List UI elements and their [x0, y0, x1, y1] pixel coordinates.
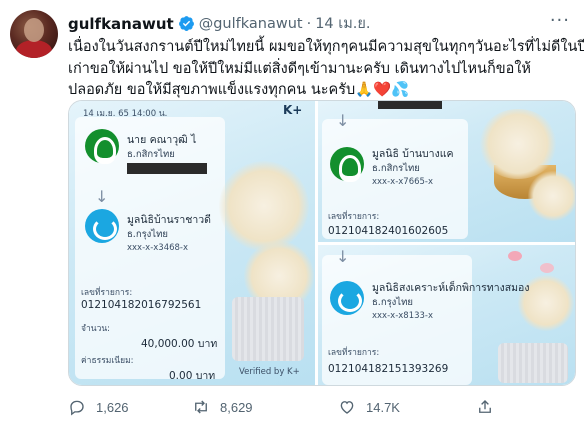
transfer-slip-image[interactable]: ↓ มูลนิธิ บ้านบางแค ธ.กสิกรไทย xxx-x-x76… [318, 101, 575, 242]
ref-value: 012104182016792561 [81, 299, 202, 311]
share-button[interactable] [476, 398, 494, 416]
like-button[interactable]: 14.7K [338, 398, 400, 416]
ref-label: เลขที่รายการ: [81, 288, 133, 298]
receiver-bank: ธ.กรุงไทย [127, 229, 168, 240]
reply-button[interactable]: 1,626 [68, 398, 129, 416]
receiver-account: xxx-x-x7665-x [372, 177, 434, 187]
tweet[interactable]: gulfkanawut @gulfkanawut · 14 เม.ย. ··· … [0, 0, 584, 429]
tweet-text-line: ปลอดภัย ขอให้มีสุขภาพแข็งแรงทุกคน นะครับ… [68, 82, 410, 98]
display-name[interactable]: gulfkanawut [68, 15, 174, 33]
tweet-header: gulfkanawut @gulfkanawut · 14 เม.ย. [68, 12, 370, 35]
transfer-slip-image[interactable]: ↓ มูลนิธิสงเคราะห์เด็กพิการทางสมอง ธ.กรุ… [318, 245, 575, 385]
retweet-count: 8,629 [220, 399, 253, 415]
ref-label: เลขที่รายการ: [328, 212, 380, 222]
redacted-account [127, 163, 207, 174]
avatar[interactable] [10, 10, 58, 58]
flower-decoration [528, 171, 575, 221]
flower-decoration [478, 109, 558, 179]
kasikorn-bank-logo-icon [330, 147, 364, 182]
ref-label: เลขที่รายการ: [328, 348, 380, 358]
transfer-slip-image[interactable]: 14 เม.ย. 65 14:00 น. K+ นาย คณาวุฒิ ไ ธ.… [69, 101, 315, 385]
tweet-text-line: เนื่องในวันสงกรานต์ปีใหม่ไทยนี้ ผมขอให้ท… [68, 39, 584, 55]
tweet-date[interactable]: 14 เม.ย. [315, 12, 370, 35]
receiver-account: xxx-x-x3468-x [127, 243, 189, 253]
receiver-name: มูลนิธิ บ้านบางแค [372, 148, 454, 160]
amount-value: 40,000.00 บาท [141, 338, 218, 350]
reply-count: 1,626 [96, 399, 129, 415]
share-icon [479, 400, 491, 413]
receiver-account: xxx-x-x8133-x [372, 311, 434, 321]
slip-date: 14 เม.ย. 65 14:00 น. [83, 109, 168, 119]
fee-value: 0.00 บาท [169, 370, 216, 382]
like-count: 14.7K [366, 399, 400, 415]
heart-icon [340, 401, 354, 414]
tweet-text-line: เก่าขอให้ผ่านไป ขอให้ปีใหม่มีแต่สิ่งดีๆเ… [68, 60, 531, 77]
separator-dot: · [306, 15, 312, 32]
blurred-qr-code [232, 297, 304, 361]
tweet-text: เนื่องในวันสงกรานต์ปีใหม่ไทยนี้ ผมขอให้ท… [68, 37, 584, 102]
verified-badge-icon [178, 16, 194, 31]
petal-decoration [508, 251, 522, 261]
handle[interactable]: @gulfkanawut [199, 16, 303, 32]
retweet-button[interactable]: 8,629 [192, 398, 253, 416]
arrow-down-icon: ↓ [336, 247, 350, 266]
flower-decoration [219, 161, 309, 251]
receiver-name: มูลนิธิบ้านราชาวดี [127, 214, 211, 226]
blurred-qr-code [498, 343, 568, 383]
petal-decoration [540, 263, 554, 273]
amount-label: จำนวน: [81, 324, 111, 334]
media-grid: 14 เม.ย. 65 14:00 น. K+ นาย คณาวุฒิ ไ ธ.… [68, 100, 576, 386]
retweet-icon [195, 400, 207, 414]
more-options-icon[interactable]: ··· [550, 10, 570, 31]
redacted-text [378, 101, 442, 109]
krungthai-bank-logo-icon [85, 209, 119, 243]
receiver-bank: ธ.กสิกรไทย [372, 163, 420, 174]
reply-icon [70, 400, 84, 416]
receiver-name: มูลนิธิสงเคราะห์เด็กพิการทางสมอง [372, 282, 530, 294]
tweet-actions: 1,626 8,629 14.7K [68, 398, 576, 422]
sender-bank: ธ.กสิกรไทย [127, 149, 175, 160]
kplus-logo: K+ [283, 103, 303, 117]
krungthai-bank-logo-icon [330, 281, 364, 315]
fee-label: ค่าธรรมเนียม: [81, 356, 134, 366]
avatar-figure [16, 40, 52, 58]
sender-name: นาย คณาวุฒิ ไ [127, 134, 197, 146]
verified-by-label: Verified by K+ [239, 367, 300, 377]
kasikorn-bank-logo-icon [85, 129, 119, 164]
ref-value: 012104182151393269 [328, 363, 449, 375]
ref-value: 012104182401602605 [328, 225, 449, 237]
receiver-bank: ธ.กรุงไทย [372, 297, 413, 308]
arrow-down-icon: ↓ [95, 187, 109, 206]
arrow-down-icon: ↓ [336, 111, 350, 130]
